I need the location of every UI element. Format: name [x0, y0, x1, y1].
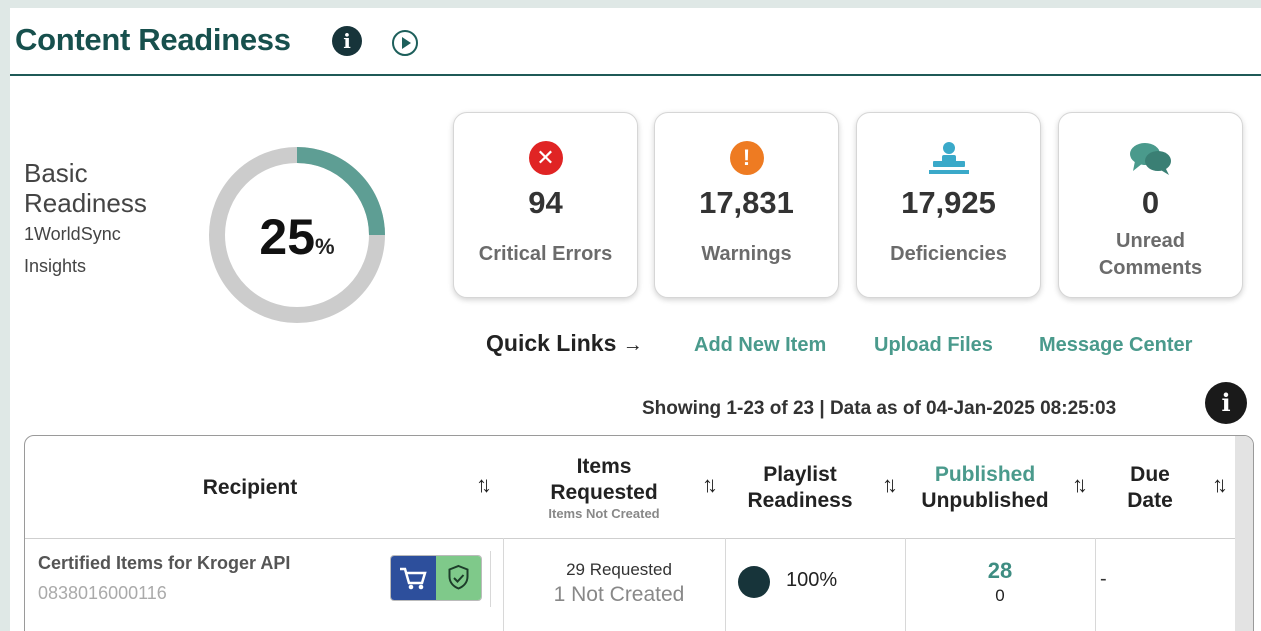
column-divider	[905, 538, 906, 631]
x-circle-icon: ✕	[528, 141, 563, 175]
message-center-link[interactable]: Message Center	[1039, 334, 1192, 357]
page-title: Content Readiness	[15, 22, 291, 57]
readiness-value: 25%	[207, 208, 387, 266]
deficiencies-count: 17,925	[901, 185, 996, 220]
column-published[interactable]: Published Unpublished ↑↓	[905, 436, 1095, 538]
recipient-id: 0838016000116	[38, 583, 167, 603]
unread-comments-label: Unread Comments	[1059, 228, 1242, 282]
column-published-label: Published	[934, 463, 1036, 486]
warnings-label: Warnings	[701, 243, 792, 265]
readiness-label: Basic Readiness 1WorldSync Insights	[24, 158, 147, 282]
unread-comments-count: 0	[1141, 185, 1160, 220]
sort-icon[interactable]: ↑↓	[695, 472, 719, 498]
sort-icon[interactable]: ↑↓	[1065, 472, 1089, 498]
recipient-name[interactable]: Certified Items for Kroger API	[38, 553, 290, 574]
playlist-readiness-value: 100%	[786, 569, 838, 591]
readiness-label-line2: Readiness	[24, 188, 147, 218]
critical-errors-card[interactable]: ✕ 94 Critical Errors	[453, 112, 638, 298]
content-readiness-panel: Content Readiness i Basic Readiness 1Wor…	[10, 8, 1261, 631]
column-divider	[503, 538, 504, 631]
unread-comments-card[interactable]: 0 Unread Comments	[1058, 112, 1243, 298]
quick-links-label: Quick Links →	[486, 330, 643, 357]
deficiencies-card[interactable]: 17,925 Deficiencies	[856, 112, 1041, 298]
column-recipient[interactable]: Recipient ↑↓	[25, 436, 505, 538]
recipients-table: Recipient ↑↓ Items Requested Items Not C…	[24, 435, 1254, 631]
info-icon[interactable]: i	[332, 26, 362, 56]
header: Content Readiness i	[10, 8, 1261, 76]
deficiencies-label: Deficiencies	[890, 243, 1007, 265]
shopping-cart-icon	[391, 556, 436, 600]
upload-files-link[interactable]: Upload Files	[874, 334, 993, 357]
column-divider	[1095, 538, 1096, 631]
quick-links-text: Quick Links	[486, 330, 617, 356]
critical-errors-label: Critical Errors	[478, 243, 613, 265]
column-playlist-label-line1: Playlist	[763, 463, 837, 486]
table-scrollbar[interactable]	[1235, 436, 1253, 631]
readiness-label-line1: Basic	[24, 158, 88, 188]
readiness-unit: %	[315, 234, 335, 259]
recipient-badges	[390, 555, 482, 601]
items-requested-value: 29 Requested	[566, 560, 672, 579]
sort-icon[interactable]: ↑↓	[469, 472, 493, 498]
add-new-item-link[interactable]: Add New Item	[694, 334, 826, 357]
warnings-count: 17,831	[699, 185, 794, 220]
column-playlist-readiness[interactable]: Playlist Readiness ↑↓	[725, 436, 905, 538]
column-unpublished-label: Unpublished	[921, 489, 1049, 512]
unread-comments-label-line2: Comments	[1098, 257, 1203, 279]
table-header: Recipient ↑↓ Items Requested Items Not C…	[25, 436, 1235, 539]
cell-divider	[490, 551, 491, 607]
showing-status: Showing 1-23 of 23 | Data as of 04-Jan-2…	[642, 398, 1117, 419]
chat-bubbles-icon	[1129, 143, 1171, 175]
column-due-label-line2: Date	[1127, 489, 1173, 512]
exclamation-circle-icon: !	[729, 141, 764, 175]
unread-comments-label-line1: Unread	[1116, 230, 1185, 252]
column-divider	[725, 538, 726, 631]
info-icon[interactable]: i	[1205, 382, 1247, 424]
critical-errors-count: 94	[528, 185, 563, 220]
unpublished-count: 0	[995, 586, 1005, 605]
column-due-label-line1: Due	[1130, 463, 1170, 486]
shield-check-icon	[436, 556, 481, 600]
column-recipient-label: Recipient	[202, 476, 298, 499]
column-due-date[interactable]: Due Date ↑↓	[1095, 436, 1235, 538]
readiness-status-dot	[738, 566, 770, 598]
items-not-created-value: 1 Not Created	[553, 583, 685, 606]
arrow-right-icon: →	[622, 334, 643, 356]
column-items-requested-label: Items Requested	[550, 455, 658, 504]
column-items-requested[interactable]: Items Requested Items Not Created ↑↓	[513, 436, 725, 538]
readiness-source-line1: 1WorldSync	[24, 224, 121, 244]
readiness-source-line2: Insights	[24, 256, 87, 276]
sort-icon[interactable]: ↑↓	[1205, 472, 1229, 498]
column-playlist-label-line2: Readiness	[747, 489, 853, 512]
play-icon[interactable]	[392, 30, 418, 56]
worker-icon	[928, 142, 969, 174]
warnings-card[interactable]: ! 17,831 Warnings	[654, 112, 839, 298]
published-count[interactable]: 28	[905, 558, 1095, 584]
due-date-value: -	[1100, 568, 1107, 590]
column-items-not-created-label: Items Not Created	[548, 506, 660, 521]
readiness-number: 25	[259, 209, 316, 265]
sort-icon[interactable]: ↑↓	[875, 472, 899, 498]
